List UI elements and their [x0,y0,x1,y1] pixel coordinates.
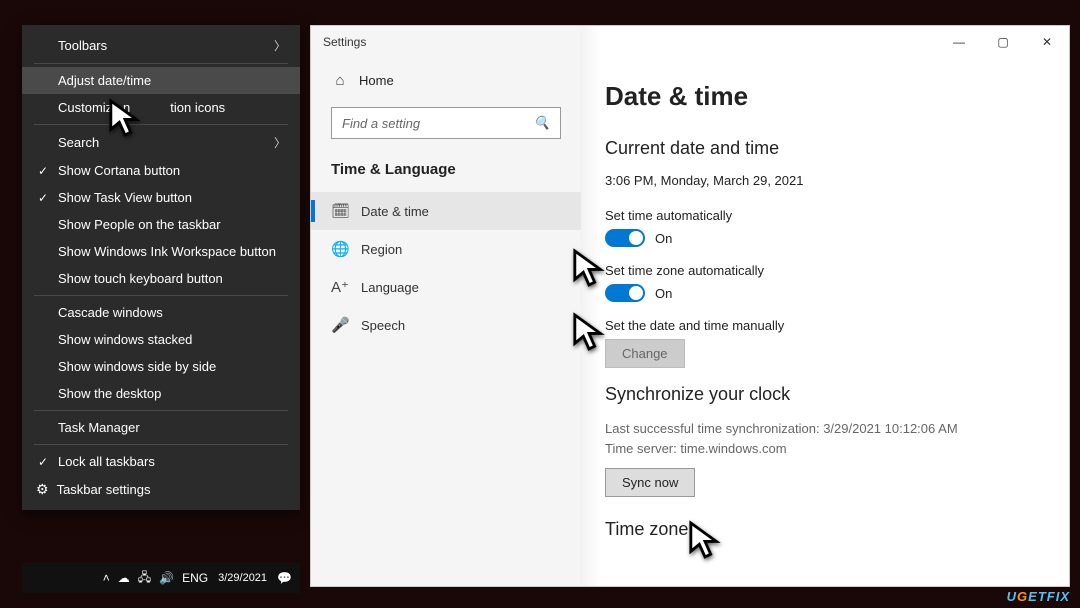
sidebar-item-label: Region [361,242,402,257]
ctx-label: Taskbar settings [57,482,151,497]
sync-heading: Synchronize your clock [605,384,1045,405]
calendar-icon: 🗓 [331,202,349,220]
home-icon: ⌂ [331,72,349,89]
check-icon: ✓ [36,164,50,178]
microphone-icon: 🎤 [331,316,349,334]
chevron-up-icon[interactable]: ˄ [103,571,110,585]
set-time-auto-state: On [655,231,672,246]
check-icon: ✓ [36,455,50,469]
sidebar-item-language[interactable]: A⁺ Language [311,268,581,306]
ctx-task-manager[interactable]: Task Manager [22,414,300,441]
sidebar-item-label: Language [361,280,419,295]
set-tz-auto-label: Set time zone automatically [605,263,1045,278]
set-time-auto-toggle[interactable] [605,229,645,247]
system-tray[interactable]: ˄ ☁ 🖧 🔊 ENG [103,568,208,589]
search-icon: 🔍 [534,115,550,131]
sidebar-item-speech[interactable]: 🎤 Speech [311,306,581,344]
ctx-label: Toolbars [58,38,107,53]
window-title: Settings [310,35,366,49]
chevron-right-icon: 〉 [274,37,286,54]
sync-last: Last successful time synchronization: 3/… [605,419,1045,439]
taskbar-clock[interactable]: 3/29/2021 [218,572,267,585]
sidebar-home[interactable]: ⌂ Home [311,64,581,97]
current-datetime-heading: Current date and time [605,138,1045,159]
ctx-label: Show windows side by side [58,359,216,374]
check-icon: ✓ [36,191,50,205]
ctx-lock-taskbars[interactable]: ✓ Lock all taskbars [22,448,300,475]
sidebar-item-label: Speech [361,318,405,333]
globe-icon: 🌐 [331,240,349,258]
sidebar-item-date-time[interactable]: 🗓 Date & time [311,192,581,230]
settings-window: Settings — ▢ ✕ ⌂ Home Find a setting 🔍 T… [310,25,1070,587]
set-tz-auto-state: On [655,286,672,301]
sidebar-home-label: Home [359,73,394,88]
set-tz-auto-toggle[interactable] [605,284,645,302]
set-manual-label: Set the date and time manually [605,318,1045,333]
minimize-button[interactable]: — [937,26,981,58]
ctx-label: Lock all taskbars [58,454,155,469]
watermark: UGETFIX [1007,589,1070,604]
ctx-label: Show People on the taskbar [58,217,221,232]
timezone-heading: Time zone [605,519,1045,540]
close-button[interactable]: ✕ [1025,26,1069,58]
ctx-label: Search [58,135,99,150]
ctx-side-by-side[interactable]: Show windows side by side [22,353,300,380]
taskbar-context-menu: Toolbars 〉 Adjust date/time Customize n … [22,25,300,510]
titlebar[interactable]: Settings — ▢ ✕ [310,26,1069,58]
page-title: Date & time [605,81,1045,112]
ctx-label-left: Customize n [58,100,130,115]
ctx-label: Show Task View button [58,190,192,205]
chevron-right-icon: 〉 [274,134,286,151]
ctx-toolbars[interactable]: Toolbars 〉 [22,31,300,60]
ctx-label: Show windows stacked [58,332,192,347]
sound-icon[interactable]: 🔊 [159,571,174,585]
ctx-label: Task Manager [58,420,140,435]
onedrive-icon[interactable]: ☁ [118,571,130,585]
ctx-label-right: tion icons [170,100,225,115]
ctx-search[interactable]: Search 〉 [22,128,300,157]
sidebar-item-region[interactable]: 🌐 Region [311,230,581,268]
ctx-show-task-view[interactable]: ✓ Show Task View button [22,184,300,211]
ctx-cascade[interactable]: Cascade windows [22,299,300,326]
network-icon[interactable]: 🖧 [138,568,151,589]
ctx-show-ink[interactable]: Show Windows Ink Workspace button [22,238,300,265]
ctx-show-touch-keyboard[interactable]: Show touch keyboard button [22,265,300,292]
settings-search[interactable]: Find a setting 🔍 [331,107,561,139]
gear-icon: ⚙ [36,481,49,498]
settings-main: Date & time Current date and time 3:06 P… [581,26,1069,586]
sidebar-item-label: Date & time [361,204,429,219]
taskbar[interactable]: ˄ ☁ 🖧 🔊 ENG 3/29/2021 💬 [22,563,300,593]
ctx-label: Show the desktop [58,386,161,401]
ctx-label: Cascade windows [58,305,163,320]
ctx-label: Show Windows Ink Workspace button [58,244,276,259]
settings-sidebar: ⌂ Home Find a setting 🔍 Time & Language … [311,26,581,586]
sidebar-section-title: Time & Language [311,155,581,192]
change-button: Change [605,339,685,368]
language-icon: A⁺ [331,278,349,296]
language-indicator[interactable]: ENG [182,571,208,585]
ctx-stacked[interactable]: Show windows stacked [22,326,300,353]
ctx-adjust-date-time[interactable]: Adjust date/time [22,67,300,94]
ctx-customize-notification-icons[interactable]: Customize n tion icons [22,94,300,121]
maximize-button[interactable]: ▢ [981,26,1025,58]
ctx-show-cortana[interactable]: ✓ Show Cortana button [22,157,300,184]
notification-icon[interactable]: 💬 [277,571,292,585]
set-time-auto-label: Set time automatically [605,208,1045,223]
search-placeholder: Find a setting [342,116,420,131]
sync-now-button[interactable]: Sync now [605,468,695,497]
ctx-show-desktop[interactable]: Show the desktop [22,380,300,407]
ctx-label: Show touch keyboard button [58,271,223,286]
sync-server: Time server: time.windows.com [605,439,1045,459]
ctx-label: Adjust date/time [58,73,151,88]
ctx-show-people[interactable]: Show People on the taskbar [22,211,300,238]
ctx-label: Show Cortana button [58,163,180,178]
ctx-taskbar-settings[interactable]: ⚙ Taskbar settings [22,475,300,504]
taskbar-date: 3/29/2021 [218,572,267,585]
current-datetime-value: 3:06 PM, Monday, March 29, 2021 [605,173,1045,188]
